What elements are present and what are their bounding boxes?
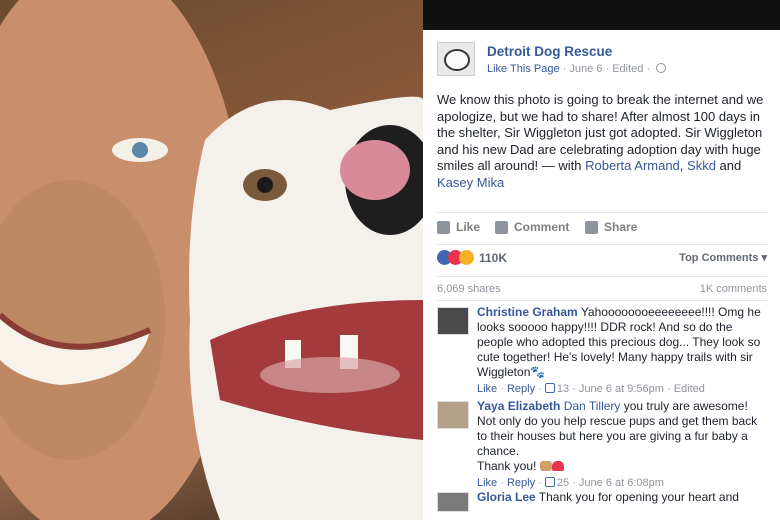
post-header: Detroit Dog Rescue Like This Page · June… xyxy=(437,42,767,78)
edited-label[interactable]: Edited xyxy=(612,63,643,75)
commenter-name[interactable]: Gloria Lee xyxy=(477,490,536,504)
post-photo[interactable] xyxy=(0,0,423,520)
comment-body: Christine Graham Yahoooooooeeeeeeee!!!! … xyxy=(477,305,767,397)
commenter-name[interactable]: Christine Graham xyxy=(477,305,578,319)
shares-count[interactable]: 6,069 shares xyxy=(437,283,501,295)
like-icon xyxy=(544,477,555,487)
share-icon xyxy=(585,220,598,234)
comment-like-count[interactable]: 25 xyxy=(557,477,569,489)
shares-row: 6,069 shares 1K comments xyxy=(437,283,767,297)
tag-kasey-mika[interactable]: Kasey Mika xyxy=(437,175,504,190)
like-icon xyxy=(544,383,555,393)
like-icon xyxy=(437,220,450,234)
photo-illustration xyxy=(0,0,423,520)
commenter-name[interactable]: Yaya Elizabeth xyxy=(477,399,560,413)
post-meta: Like This Page · June 6 · Edited · xyxy=(487,63,667,75)
comment-like-link[interactable]: Like xyxy=(477,383,497,395)
comment-body: Yaya Elizabeth Dan Tillery you truly are… xyxy=(477,399,767,491)
divider xyxy=(437,300,767,301)
tagged-user[interactable]: Dan Tillery xyxy=(564,399,621,413)
heart-icon xyxy=(551,461,564,471)
comment-reply-link[interactable]: Reply xyxy=(507,477,535,489)
tag-roberta-armand[interactable]: Roberta Armand xyxy=(585,158,680,173)
avatar[interactable] xyxy=(437,307,469,335)
comment-thanks: Thank you! xyxy=(477,459,767,474)
top-comments-dropdown[interactable]: Top Comments ▾ xyxy=(679,251,767,264)
comment-like-count[interactable]: 13 xyxy=(557,383,569,395)
like-button[interactable]: Like xyxy=(437,220,480,234)
like-page-link[interactable]: Like This Page xyxy=(487,63,560,75)
top-bar xyxy=(423,0,780,30)
comment-body: Gloria Lee Thank you for opening your he… xyxy=(477,490,767,505)
comment-text: Thank you for opening your heart and xyxy=(535,490,739,504)
globe-icon xyxy=(656,63,667,73)
comment-edited[interactable]: Edited xyxy=(674,383,705,395)
comments-count[interactable]: 1K comments xyxy=(700,283,767,295)
post-actions: Like Comment Share xyxy=(437,220,767,240)
comment-time[interactable]: June 6 at 9:56pm xyxy=(579,383,664,395)
comment-button[interactable]: Comment xyxy=(495,220,569,234)
haha-reaction-icon[interactable] xyxy=(459,250,474,265)
page-name-link[interactable]: Detroit Dog Rescue xyxy=(487,44,612,59)
comment-icon xyxy=(495,220,508,234)
comment-actions: Like · Reply · 25 · June 6 at 6:08pm xyxy=(477,477,664,489)
avatar[interactable] xyxy=(437,401,469,429)
page-avatar[interactable] xyxy=(437,42,475,76)
post-date[interactable]: June 6 xyxy=(569,63,602,75)
avatar[interactable] xyxy=(437,492,469,512)
share-button[interactable]: Share xyxy=(585,220,637,234)
divider xyxy=(437,244,767,245)
comment-time[interactable]: June 6 at 6:08pm xyxy=(579,477,664,489)
meta-separator: · xyxy=(646,63,654,75)
facebook-post-panel: Detroit Dog Rescue Like This Page · June… xyxy=(423,0,780,520)
post-text: We know this photo is going to break the… xyxy=(437,92,764,190)
reaction-count[interactable]: 110K xyxy=(479,251,507,265)
tag-skkd[interactable]: Skkd xyxy=(687,158,716,173)
dog-emoji-icon xyxy=(539,461,552,471)
comment-reply-link[interactable]: Reply xyxy=(507,383,535,395)
dog-logo-icon xyxy=(444,49,470,71)
reactions-row: 110K Top Comments ▾ xyxy=(437,249,767,269)
comment-actions: Like · Reply · 13 · June 6 at 9:56pm · E… xyxy=(477,383,705,395)
divider xyxy=(437,276,767,277)
comment-like-link[interactable]: Like xyxy=(477,477,497,489)
divider xyxy=(437,212,767,213)
